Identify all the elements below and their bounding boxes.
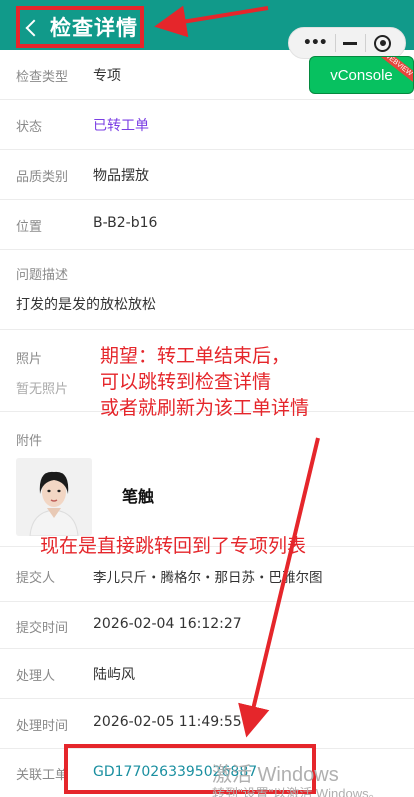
close-miniprogram-icon[interactable] (374, 34, 392, 52)
status-badge: 已转工单 (93, 118, 149, 134)
field-label: 品质类别 (16, 170, 69, 185)
annotation-current-behavior: 现在是直接跳转回到了专项列表 (40, 535, 307, 557)
annotation-line: 或者就刷新为该工单详情 (100, 397, 310, 419)
annotation-expectation: 期望：转工单结束后， 可以跳转到检查详情 或者就刷新为该工单详情 (100, 343, 309, 421)
logo-text: 笔触 (121, 487, 154, 506)
field-label: 状态 (16, 120, 43, 135)
more-menu-button[interactable]: ••• (303, 35, 328, 51)
field-label: 位置 (16, 220, 43, 235)
field-value: 李儿只斤・腾格尔・那日苏・巴雅尔图 (93, 570, 323, 586)
chevron-left-icon (25, 19, 43, 36)
annotation-line: 可以跳转到检查详情 (100, 371, 272, 393)
field-value: 陆屿风 (93, 667, 135, 683)
field-label: 检查类型 (16, 70, 69, 85)
attachment-portrait-image[interactable] (16, 458, 92, 536)
annotation-line: 期望：转工单结束后， (100, 345, 291, 367)
field-label: 提交人 (16, 571, 56, 586)
field-label: 处理人 (16, 669, 56, 684)
minimize-icon[interactable] (343, 41, 358, 45)
field-value: 物品摆放 (93, 168, 149, 184)
field-label: 提交时间 (16, 621, 69, 636)
page-title: 检查详情 (50, 16, 138, 40)
field-value: 2026-02-04 16:12:27 (93, 616, 242, 632)
field-value: 打发的是发的放松放松 (16, 297, 156, 313)
field-label: 问题描述 (16, 268, 69, 283)
field-handler: 处理人 陆屿风 (0, 649, 414, 699)
field-submit-time: 提交时间 2026-02-04 16:12:27 (0, 602, 414, 649)
field-label: 附件 (16, 434, 43, 449)
field-location: 位置 B-B2-b16 (0, 200, 414, 250)
back-button[interactable]: 检查详情 (16, 6, 144, 48)
field-value: 专项 (93, 68, 121, 84)
no-photos-text: 暂无照片 (16, 382, 69, 397)
field-label: 关联工单 (16, 768, 69, 783)
field-status: 状态 已转工单 (0, 100, 414, 150)
field-handle-time: 处理时间 2026-02-05 11:49:55 (0, 699, 414, 749)
field-value: B-B2-b16 (93, 215, 158, 231)
field-value: 2026-02-05 11:49:55 (93, 714, 242, 730)
attachment-logo-image[interactable]: 笔触 (100, 460, 176, 534)
field-quality-category: 品质类别 物品摆放 (0, 150, 414, 200)
field-problem-description: 问题描述 打发的是发的放松放松 (0, 250, 414, 330)
field-label: 处理时间 (16, 719, 69, 734)
field-label: 照片 (16, 352, 43, 367)
field-inspection-type: 检查类型 专项 (0, 50, 414, 100)
windows-watermark-sub: 转到"设置"以激活 Windows。 (212, 786, 382, 797)
